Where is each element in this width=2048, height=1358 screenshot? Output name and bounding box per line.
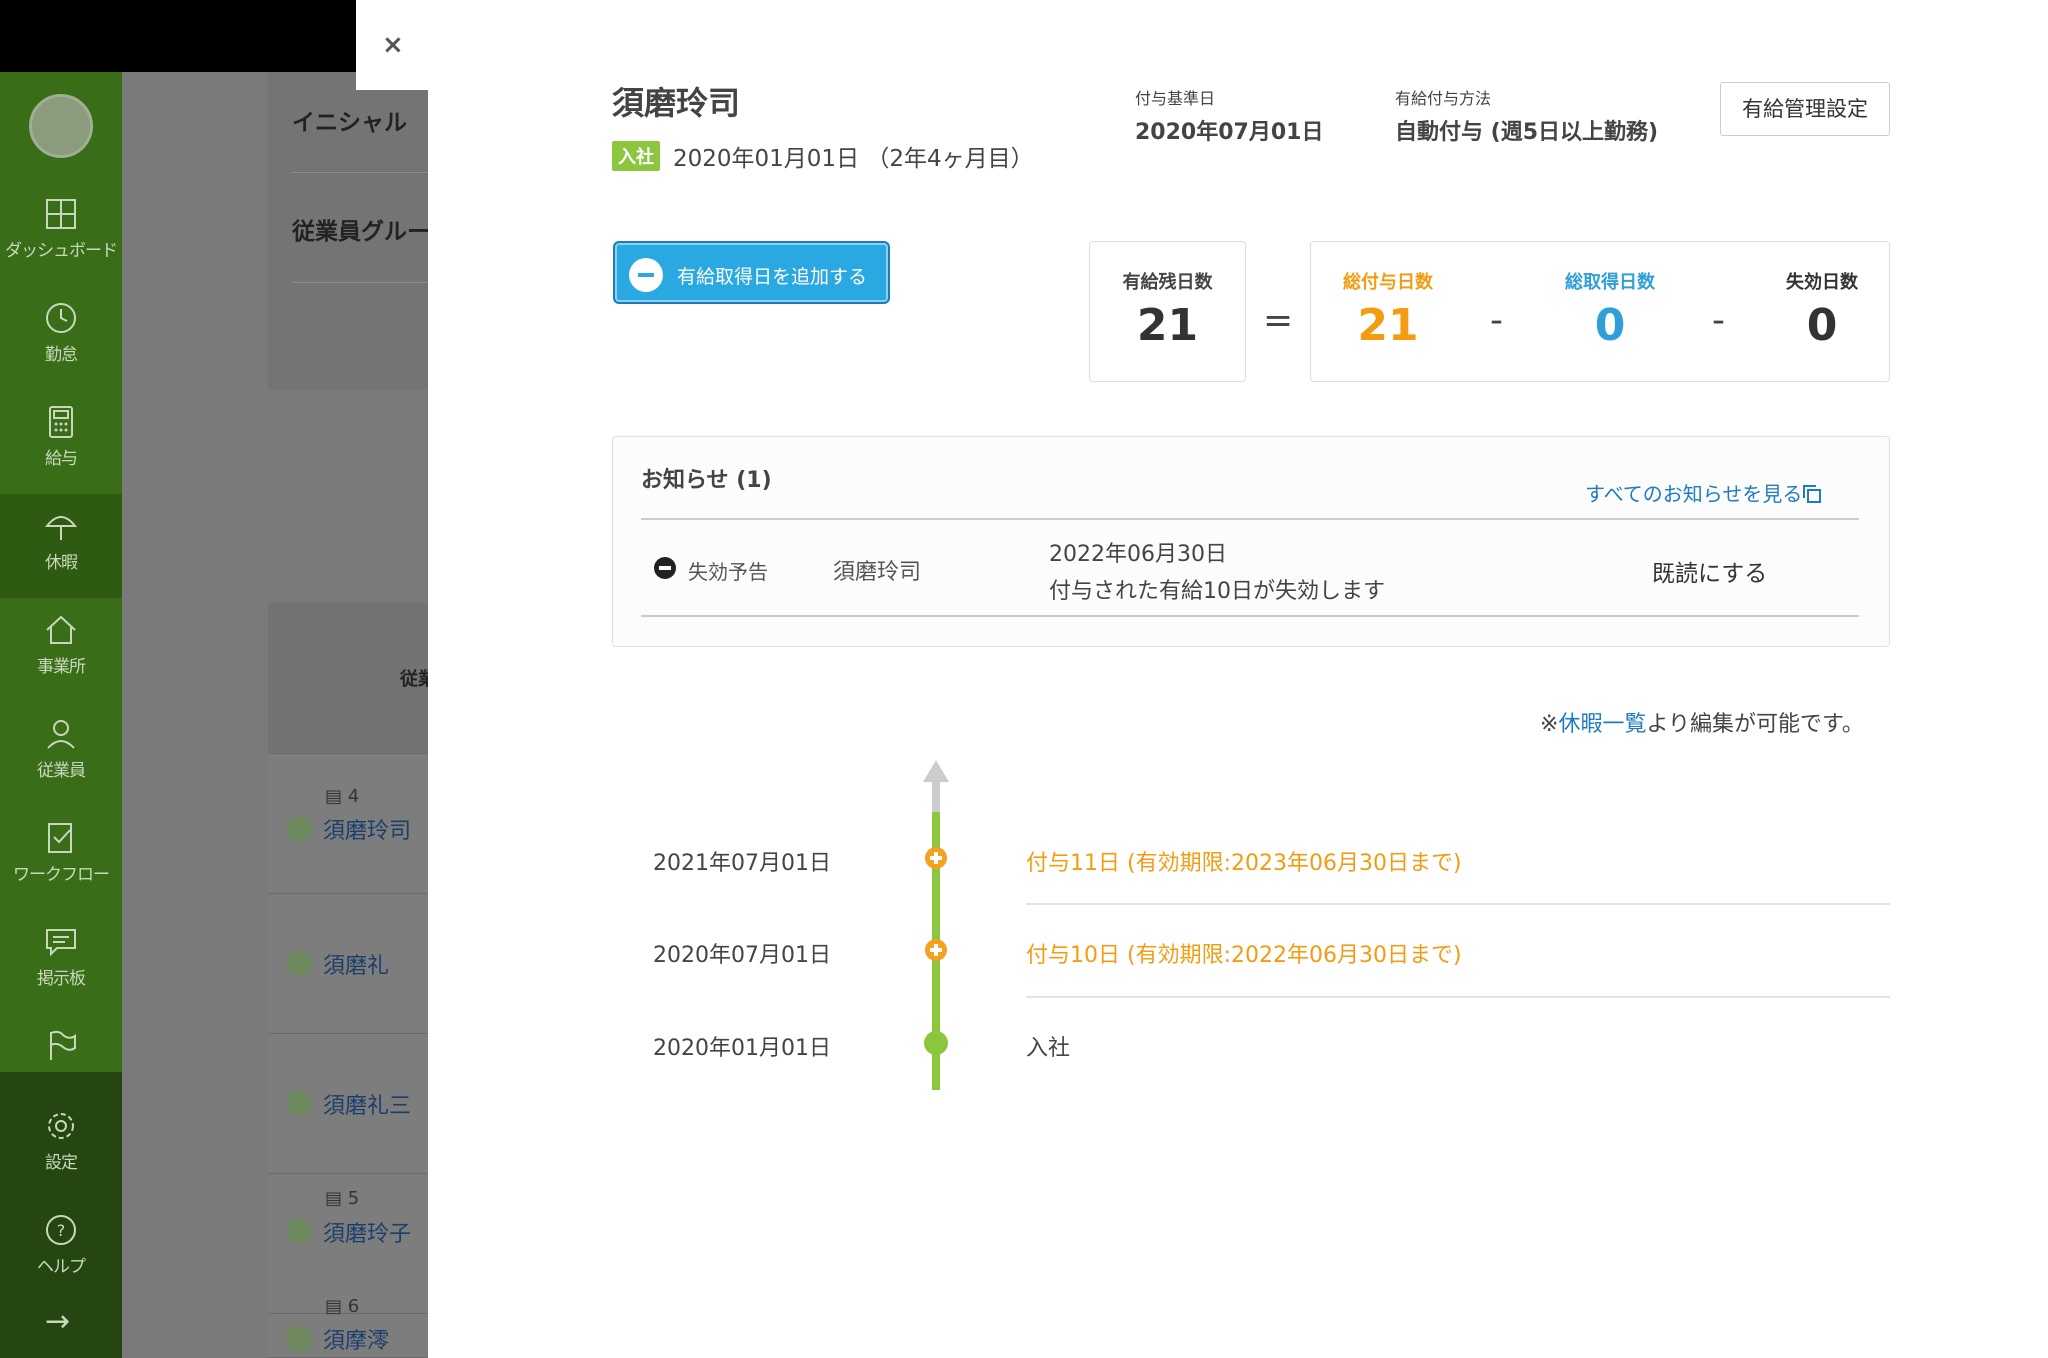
sidebar-item-dashboard[interactable]: ダッシュボード (0, 182, 122, 286)
leave-settings-button[interactable]: 有給管理設定 (1720, 82, 1890, 136)
help-icon: ? (46, 1215, 76, 1245)
employee-name-link[interactable]: 須摩澪 (323, 1323, 389, 1355)
employee-id: ▤ 4 (325, 786, 360, 807)
notice-message: 付与された有給10日が失効します (1049, 579, 1385, 604)
taken-days-label: 総取得日数 (1565, 272, 1655, 293)
sidebar-item-office[interactable]: 事業所 (0, 598, 122, 702)
employee-name-link[interactable]: 須磨礼 (323, 948, 389, 980)
join-dot-icon (924, 1031, 948, 1055)
avatar (286, 950, 312, 976)
grant-base-label: 付与基準日 (1135, 89, 1216, 108)
equals-sign: = (1263, 300, 1294, 341)
sidebar-item-settings[interactable]: 設定 (0, 1094, 122, 1198)
filter-group-label: 従業員グルー (292, 219, 430, 245)
calculator-icon (49, 406, 73, 438)
flag-icon (50, 1030, 76, 1060)
avatar (286, 1090, 312, 1116)
expired-days-label: 失効日数 (1786, 272, 1858, 293)
add-leave-button[interactable]: 有給取得日を追加する (613, 241, 890, 304)
home-icon (46, 615, 76, 644)
notice-type: 失効予告 (688, 560, 768, 584)
close-icon[interactable]: × (382, 30, 404, 60)
avatar (286, 1326, 312, 1352)
expired-days-value: 0 (1806, 300, 1838, 351)
minus-circle-icon (629, 258, 663, 292)
leave-detail-modal (428, 0, 2048, 1358)
timeline-event: 入社 (1026, 1036, 1071, 1061)
grant-method-value: 自動付与 (週5日以上勤務) (1395, 120, 1659, 145)
granted-days-value: 21 (1357, 300, 1419, 351)
umbrella-icon (44, 516, 78, 540)
dashboard-icon (46, 199, 76, 229)
employee-name-link[interactable]: 須磨玲子 (323, 1216, 411, 1248)
employee-name-link[interactable]: 須磨玲司 (323, 813, 411, 845)
svg-text:?: ? (57, 1221, 66, 1240)
grant-plus-icon (925, 939, 947, 961)
gear-icon (48, 1113, 74, 1139)
grant-base-value: 2020年07月01日 (1135, 120, 1324, 145)
taken-days-value: 0 (1594, 300, 1626, 351)
user-avatar[interactable] (29, 94, 93, 158)
notice-employee: 須磨玲司 (833, 560, 922, 585)
sidebar-item-board[interactable]: 掲示板 (0, 910, 122, 1014)
timeline-date: 2021年07月01日 (653, 851, 831, 876)
collapse-arrow-icon[interactable]: → (45, 1304, 70, 1339)
sidebar-item-help[interactable]: ? ヘルプ (0, 1198, 122, 1302)
external-window-icon (1803, 485, 1822, 503)
remaining-days-value: 21 (1136, 300, 1199, 351)
remaining-days-label: 有給残日数 (1122, 272, 1213, 293)
join-date: 2020年01月01日 （2年4ヶ月目） (673, 146, 1034, 172)
expiry-warning-icon (654, 557, 676, 579)
minus-sign: - (1712, 300, 1725, 341)
minus-sign: - (1490, 300, 1503, 341)
timeline-event: 付与11日 (有効期限:2023年06月30日まで) (1026, 851, 1462, 876)
sidebar-item-leave[interactable]: 休暇 (0, 494, 122, 598)
grant-method-label: 有給付与方法 (1395, 89, 1492, 108)
employee-name-link[interactable]: 須磨礼三 (323, 1088, 411, 1120)
employee-name: 須磨玲司 (612, 84, 741, 122)
mark-read-button[interactable]: 既読にする (1652, 554, 1767, 588)
sidebar-item-attendance[interactable]: 勤怠 (0, 286, 122, 390)
notice-date: 2022年06月30日 (1049, 542, 1227, 567)
employee-id: ▤ 6 (325, 1296, 360, 1317)
leave-list-link[interactable]: 休暇一覧 (1558, 712, 1646, 737)
employee-id: ▤ 5 (325, 1188, 360, 1209)
filter-initial-label: イニシャル (292, 110, 407, 136)
sidebar-item-workflow[interactable]: ワークフロー (0, 806, 122, 910)
checklist-icon (48, 823, 72, 853)
join-badge: 入社 (612, 141, 660, 171)
sidebar-item-payroll[interactable]: 給与 (0, 390, 122, 494)
chat-icon (46, 929, 76, 957)
person-icon (47, 720, 75, 749)
granted-days-label: 総付与日数 (1343, 272, 1433, 293)
timeline-event: 付与10日 (有効期限:2022年06月30日まで) (1026, 943, 1462, 968)
grant-plus-icon (925, 847, 947, 869)
clock-icon (46, 303, 76, 333)
sidebar: ダッシュボード 勤怠 給与 休暇 事業所 従業員 ワークフロー 掲示板 設定 ?… (0, 72, 122, 1358)
avatar (286, 816, 312, 842)
timeline-date: 2020年07月01日 (653, 943, 831, 968)
sidebar-item-employees[interactable]: 従業員 (0, 702, 122, 806)
notice-title: お知らせ (1) (641, 468, 772, 493)
avatar (286, 1218, 312, 1244)
edit-note: ※休暇一覧より編集が可能です。 (1540, 712, 1864, 737)
timeline-date: 2020年01月01日 (653, 1036, 831, 1061)
view-all-notices-link[interactable]: すべてのお知らせを見る (1585, 478, 1822, 507)
timeline-arrow-icon (923, 760, 949, 782)
